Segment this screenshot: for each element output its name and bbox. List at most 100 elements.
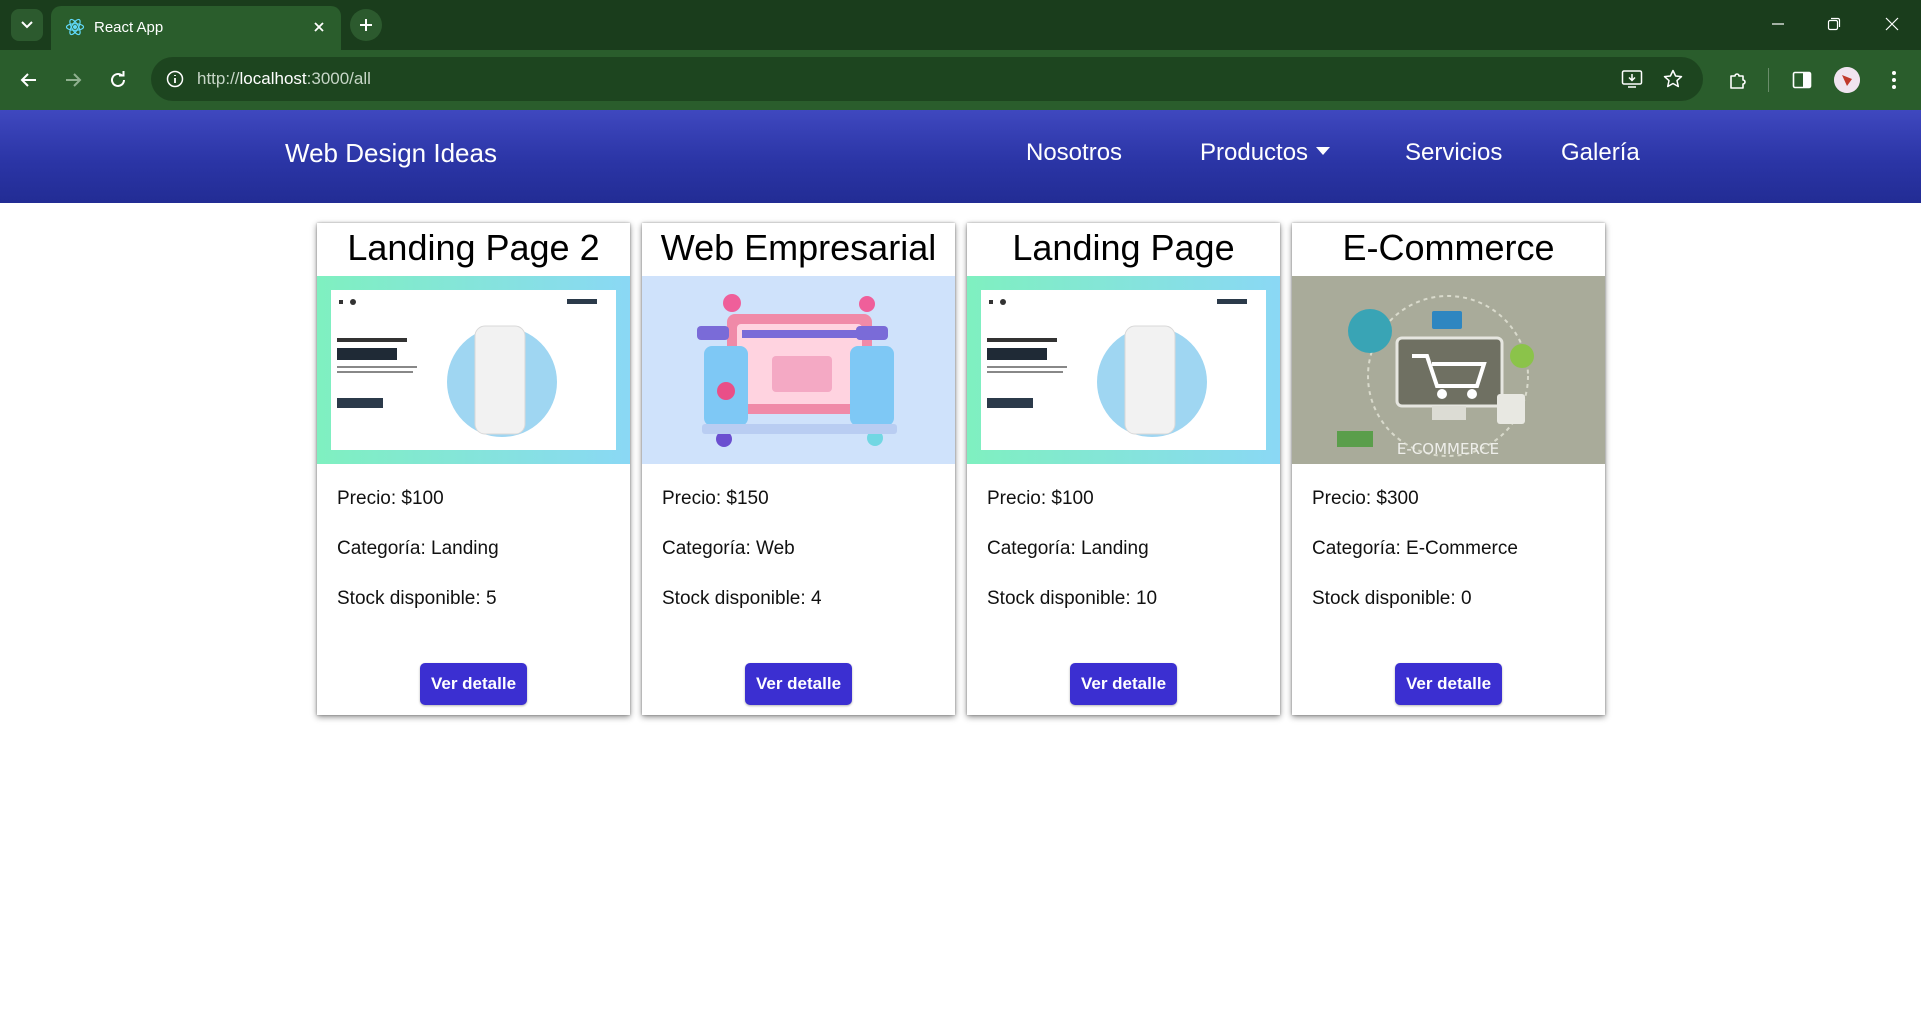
price-label: Precio: — [662, 488, 722, 509]
reload-button[interactable] — [102, 64, 134, 96]
install-app-icon — [1621, 70, 1643, 88]
tab-search-button[interactable] — [11, 9, 43, 41]
product-stock: Stock disponible: 10 — [987, 588, 1157, 610]
side-panel-icon — [1792, 71, 1812, 89]
stock-value: 4 — [810, 588, 822, 609]
category-label: Categoría: — [987, 538, 1076, 559]
category-value: Landing — [1081, 538, 1149, 559]
nav-link-galeria[interactable]: Galería — [1561, 139, 1640, 167]
reload-icon — [111, 71, 125, 87]
nav-link-nosotros[interactable]: Nosotros — [1026, 139, 1122, 167]
nav-link-servicios[interactable]: Servicios — [1405, 139, 1502, 167]
product-image: E-COMMERCE — [1292, 276, 1605, 464]
minimize-button[interactable] — [1761, 9, 1795, 39]
restore-button[interactable] — [1817, 9, 1851, 39]
profile-avatar-icon — [1834, 67, 1860, 93]
product-image — [967, 276, 1280, 464]
product-title: E-Commerce — [1342, 227, 1555, 268]
product-card: Landing Page Precio: $100 Categoría: Lan… — [967, 223, 1280, 715]
product-card: E-Commerce E-COMMERCE Precio: $300 Categ… — [1292, 223, 1605, 715]
extensions-button[interactable] — [1722, 64, 1754, 96]
product-image — [317, 276, 630, 464]
product-price: Precio: $300 — [1312, 488, 1419, 510]
caret-down-icon — [1316, 146, 1331, 155]
site-navbar: Web Design Ideas Nosotros Productos Serv… — [0, 110, 1921, 203]
price-value: $150 — [726, 488, 769, 509]
product-stock: Stock disponible: 4 — [662, 588, 822, 610]
price-value: $100 — [401, 488, 444, 509]
star-icon — [1663, 69, 1683, 88]
nav-link-productos-label: Productos — [1200, 139, 1309, 166]
category-value: Web — [756, 538, 795, 559]
close-window-button[interactable] — [1875, 9, 1909, 39]
url-text: http://localhost:3000/all — [197, 69, 371, 89]
product-stock: Stock disponible: 0 — [1312, 588, 1472, 610]
product-category: Categoría: Landing — [987, 538, 1149, 560]
nav-link-productos[interactable]: Productos — [1200, 139, 1331, 167]
ecommerce-illustration: E-COMMERCE — [1292, 276, 1605, 464]
web-devices-illustration — [642, 276, 955, 464]
toolbar-divider — [1768, 68, 1769, 92]
product-title: Web Empresarial — [660, 227, 937, 268]
address-bar[interactable]: http://localhost:3000/all — [151, 57, 1703, 101]
category-label: Categoría: — [1312, 538, 1401, 559]
bookmark-button[interactable] — [1659, 65, 1687, 93]
product-category: Categoría: Web — [662, 538, 795, 560]
product-price: Precio: $100 — [987, 488, 1094, 510]
product-grid: Landing Page 2 Precio: $100 Categoría: L… — [317, 223, 1607, 715]
product-category: Categoría: E-Commerce — [1312, 538, 1518, 560]
stock-label: Stock disponible: — [1312, 588, 1456, 609]
view-detail-button[interactable]: Ver detalle — [745, 663, 852, 705]
forward-button[interactable] — [57, 64, 89, 96]
stock-label: Stock disponible: — [662, 588, 806, 609]
product-card: Web Empresarial Precio: $150 Categoría: … — [642, 223, 955, 715]
category-value: Landing — [431, 538, 499, 559]
landing-page-illustration — [317, 276, 630, 464]
ecommerce-image-text: E-COMMERCE — [1397, 440, 1499, 458]
chevron-down-icon — [21, 21, 33, 29]
arrow-right-icon — [66, 73, 82, 87]
product-title: Landing Page 2 — [347, 227, 600, 268]
product-image — [642, 276, 955, 464]
avatar[interactable] — [1834, 67, 1860, 93]
view-detail-button[interactable]: Ver detalle — [1395, 663, 1502, 705]
info-icon — [166, 70, 184, 88]
category-label: Categoría: — [662, 538, 751, 559]
plus-icon — [360, 19, 372, 31]
install-app-button[interactable] — [1618, 65, 1646, 93]
price-label: Precio: — [337, 488, 397, 509]
url-scheme: http:// — [197, 69, 240, 88]
arrow-left-icon — [20, 73, 36, 87]
product-card: Landing Page 2 Precio: $100 Categoría: L… — [317, 223, 630, 715]
url-host: localhost — [239, 69, 307, 88]
stock-value: 5 — [485, 588, 497, 609]
category-label: Categoría: — [337, 538, 426, 559]
back-button[interactable] — [13, 64, 45, 96]
brand-link[interactable]: Web Design Ideas — [285, 138, 497, 169]
tab-title: React App — [94, 19, 164, 36]
stock-label: Stock disponible: — [337, 588, 481, 609]
stock-label: Stock disponible: — [987, 588, 1131, 609]
browser-tab[interactable]: React App — [51, 6, 341, 50]
product-price: Precio: $100 — [337, 488, 444, 510]
price-value: $300 — [1376, 488, 1419, 509]
puzzle-icon — [1730, 73, 1746, 89]
minimize-icon — [1772, 23, 1784, 25]
browser-toolbar: http://localhost:3000/all — [0, 50, 1921, 110]
site-info-button[interactable] — [161, 65, 189, 93]
browser-menu-button[interactable] — [1878, 64, 1910, 96]
restore-icon — [1827, 17, 1841, 31]
view-detail-button[interactable]: Ver detalle — [420, 663, 527, 705]
url-path: :3000/all — [306, 69, 371, 88]
stock-value: 0 — [1460, 588, 1472, 609]
new-tab-button[interactable] — [350, 9, 382, 41]
price-label: Precio: — [987, 488, 1047, 509]
landing-page-illustration — [967, 276, 1280, 464]
kebab-menu-icon — [1892, 71, 1896, 89]
price-value: $100 — [1051, 488, 1094, 509]
product-stock: Stock disponible: 5 — [337, 588, 497, 610]
close-icon — [1885, 17, 1899, 31]
side-panel-button[interactable] — [1786, 64, 1818, 96]
view-detail-button[interactable]: Ver detalle — [1070, 663, 1177, 705]
tab-close-button[interactable] — [309, 17, 329, 37]
